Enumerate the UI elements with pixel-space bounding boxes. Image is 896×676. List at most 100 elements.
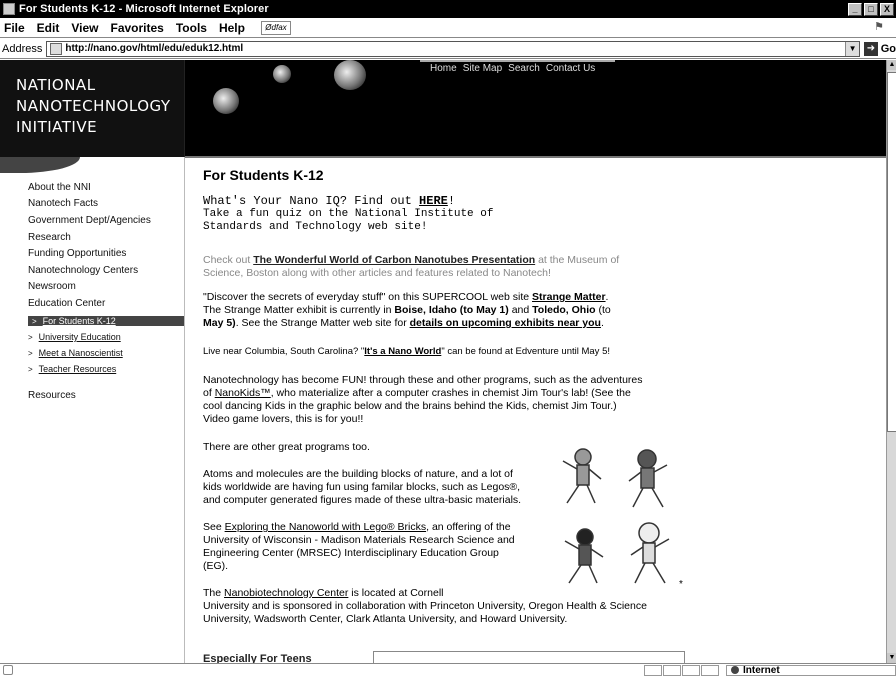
sidebar-subitem-teacher[interactable]: > Teacher Resources [28, 364, 116, 374]
window-titlebar: For Students K-12 - Microsoft Internet E… [0, 0, 896, 18]
quiz-text: ! [447, 194, 456, 208]
nanoparticle-graphic-icon [334, 60, 366, 90]
address-url[interactable]: http://nano.gov/html/edu/eduk12.html [65, 43, 845, 54]
logo-line-national[interactable]: NATIONAL [16, 76, 96, 94]
status-page-icon [3, 665, 13, 675]
scroll-thumb[interactable] [887, 72, 896, 432]
menu-tools[interactable]: Tools [170, 21, 213, 35]
go-button[interactable]: Go [881, 43, 896, 55]
quiz-text: What's Your Nano IQ? Find out [203, 194, 420, 208]
left-sidebar: About the NNI Nanotech Facts Government … [0, 157, 185, 663]
strange-matter-paragraph: "Discover the secrets of everyday stuff"… [203, 291, 685, 330]
lego-text: (EG). [203, 560, 229, 572]
nav-search-link[interactable]: Search [508, 63, 540, 74]
quiz-here-link[interactable]: HERE [419, 194, 448, 208]
sidebar-subitem-label: Teacher Resources [38, 364, 117, 374]
internet-globe-icon [731, 666, 739, 674]
asterisk-mark: * [679, 579, 683, 590]
nav-sitemap-link[interactable]: Site Map [463, 63, 502, 74]
carbon-nanotubes-link[interactable]: The Wonderful World of Carbon Nanotubes … [253, 254, 535, 266]
nanokids-text: Nanotechnology has become FUN! through t… [203, 374, 643, 386]
address-input[interactable]: http://nano.gov/html/edu/eduk12.html ▼ [46, 40, 861, 57]
address-label: Address [2, 42, 43, 55]
menu-bar: File Edit View Favorites Tools Help Ødfa… [0, 18, 896, 38]
sidebar-subitem-university[interactable]: > University Education [28, 332, 121, 342]
museum-text: at the Museum of [535, 254, 620, 266]
vertical-scrollbar[interactable]: ▲ ▼ [886, 60, 896, 663]
minimize-button[interactable]: _ [848, 2, 862, 16]
lego-text: Engineering Center (MRSEC) Interdiscipli… [203, 547, 499, 559]
strange-text: The Strange Matter exhibit is currently … [203, 304, 395, 316]
sidebar-item-resources[interactable]: Resources [28, 390, 76, 401]
quiz-text: Standards and Technology web site! [203, 221, 428, 233]
nanobio-text: University, Wadsworth Center, Clark Atla… [203, 613, 568, 625]
sidebar-subitem-label: University Education [38, 332, 121, 342]
nav-home-link[interactable]: Home [430, 63, 457, 74]
maximize-button[interactable]: □ [864, 2, 878, 16]
nano-world-link[interactable]: It's a Nano World [364, 346, 441, 357]
scroll-down-icon[interactable]: ▼ [887, 653, 896, 663]
nanokids-text: cool dancing Kids in the graphic below a… [203, 400, 617, 412]
strange-text: Boise, Idaho (to May 1) [394, 304, 509, 316]
logo-line-initiative[interactable]: INITIATIVE [16, 118, 97, 136]
sidebar-item-government[interactable]: Government Dept/Agencies [28, 215, 151, 226]
atoms-text: and computer generated figures made of t… [203, 494, 522, 506]
quiz-paragraph: What's Your Nano IQ? Find out HERE! Take… [203, 195, 685, 234]
nanobiotechnology-center-link[interactable]: Nanobiotechnology Center [224, 587, 348, 599]
windows-throbber-icon: ⚑ [874, 20, 884, 33]
address-dropdown-icon[interactable]: ▼ [845, 41, 860, 56]
page-viewport: NATIONAL NANOTECHNOLOGY INITIATIVE Home … [0, 60, 886, 663]
status-segment [644, 664, 662, 676]
nav-contact-link[interactable]: Contact Us [546, 63, 595, 74]
status-segment [682, 664, 700, 676]
nanokids-link[interactable]: NanoKids™ [215, 387, 271, 399]
strange-text: Toledo, Ohio [532, 304, 596, 316]
sidebar-item-facts[interactable]: Nanotech Facts [28, 198, 98, 209]
lego-bricks-link[interactable]: Exploring the Nanoworld with Lego® Brick… [225, 521, 427, 533]
museum-paragraph: Check out The Wonderful World of Carbon … [203, 254, 685, 280]
toolbar-logo-icon[interactable]: Ødfax [260, 20, 291, 35]
close-button[interactable]: X [880, 2, 894, 16]
header-divider [185, 156, 886, 158]
menu-edit[interactable]: Edit [31, 21, 66, 35]
sidebar-item-research[interactable]: Research [28, 232, 71, 243]
logo-line-nanotechnology[interactable]: NANOTECHNOLOGY [16, 97, 171, 115]
sidebar-item-centers[interactable]: Nanotechnology Centers [28, 265, 138, 276]
sidebar-item-about[interactable]: About the NNI [28, 182, 91, 193]
atoms-paragraph: Atoms and molecules are the building blo… [203, 468, 553, 507]
teens-box [373, 651, 685, 663]
strange-text: May 5) [203, 317, 236, 329]
nanokids-graphic: * [555, 437, 685, 597]
menu-help[interactable]: Help [213, 21, 251, 35]
strange-matter-link[interactable]: Strange Matter [532, 291, 606, 303]
strange-text: . [605, 291, 609, 303]
sidebar-item-newsroom[interactable]: Newsroom [28, 281, 76, 292]
scroll-up-icon[interactable]: ▲ [887, 60, 896, 70]
sidebar-item-funding[interactable]: Funding Opportunities [28, 248, 126, 259]
bullet-icon: > [28, 365, 33, 374]
security-zone[interactable]: Internet [726, 664, 896, 676]
page-icon [50, 42, 63, 55]
nanoparticle-graphic-icon [273, 65, 291, 83]
dancing-nanokids-icon: * [562, 448, 683, 590]
museum-text: Science, Boston along with other article… [203, 267, 551, 279]
menu-favorites[interactable]: Favorites [104, 21, 169, 35]
go-arrow-icon[interactable]: ➜ [864, 41, 878, 56]
sidebar-subitem-nanoscientist[interactable]: > Meet a Nanoscientist [28, 348, 123, 358]
strange-text: . [600, 317, 604, 329]
sidebar-item-education[interactable]: Education Center [28, 298, 105, 309]
nanokids-text: of [203, 387, 215, 399]
nanoparticle-graphic-icon [213, 88, 239, 114]
lego-text: , an offering of the [426, 521, 511, 533]
bullet-icon: > [28, 333, 33, 342]
sidebar-subitem-k12[interactable]: > For Students K-12 [28, 316, 184, 326]
status-bar: Internet [0, 663, 896, 676]
menu-view[interactable]: View [65, 21, 104, 35]
ie-app-icon[interactable] [3, 3, 15, 15]
window-title: For Students K-12 - Microsoft Internet E… [19, 3, 269, 15]
upcoming-exhibits-link[interactable]: details on upcoming exhibits near you [410, 317, 601, 329]
menu-file[interactable]: File [0, 21, 31, 35]
lego-text: See [203, 521, 225, 533]
sidebar-subitem-label: For Students K-12 [42, 316, 116, 326]
nanobio-text: is located at Cornell [348, 587, 444, 599]
